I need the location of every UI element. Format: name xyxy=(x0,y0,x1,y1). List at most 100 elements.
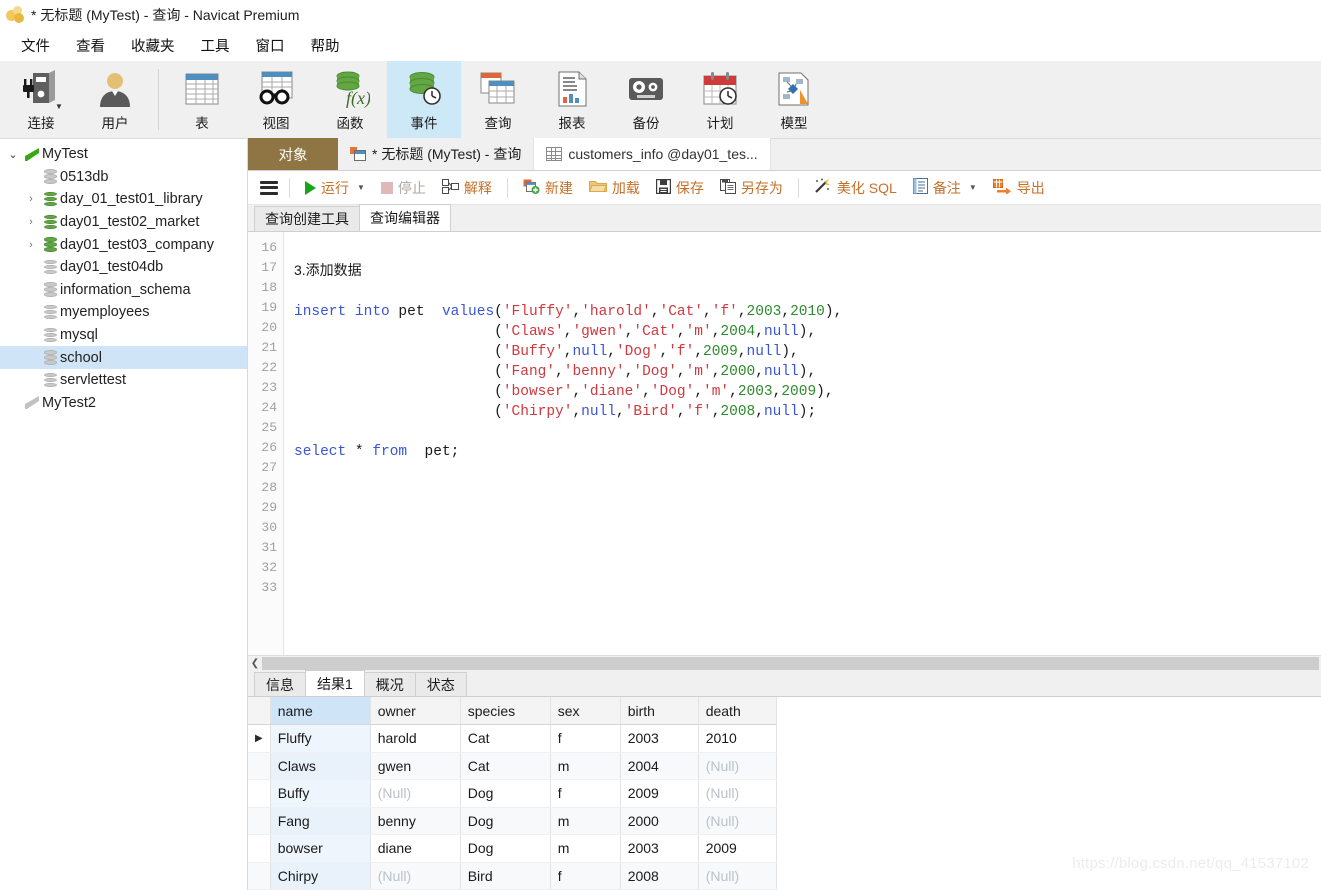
export-button[interactable]: 导出 xyxy=(985,175,1053,201)
chevron-right-icon[interactable]: › xyxy=(22,239,40,251)
cell-sex[interactable]: f xyxy=(550,724,621,753)
cell-owner[interactable]: (Null) xyxy=(370,862,461,890)
ribbon-button-connection[interactable]: ▼ 连接 xyxy=(4,61,78,138)
cell-death[interactable]: 2010 xyxy=(698,724,777,753)
menu-view[interactable]: 查看 xyxy=(63,32,118,59)
load-button[interactable]: 加载 xyxy=(581,175,648,201)
menu-help[interactable]: 帮助 xyxy=(298,32,353,59)
cell-name[interactable]: Fang xyxy=(270,807,371,835)
save-button[interactable]: 保存 xyxy=(648,175,712,201)
cell-birth[interactable]: 2009 xyxy=(620,779,699,808)
cell-species[interactable]: Dog xyxy=(460,779,551,808)
cell-owner[interactable]: benny xyxy=(370,807,461,835)
tree-node-mytest[interactable]: ⌄ MyTest xyxy=(0,143,247,166)
cell-owner[interactable]: (Null) xyxy=(370,779,461,808)
tree-node-myemployees[interactable]: myemployees xyxy=(0,301,247,324)
tree-node-day-01-test01-library[interactable]: › day_01_test01_library xyxy=(0,188,247,211)
tab-profile[interactable]: 概况 xyxy=(363,672,416,696)
connection-tree-sidebar[interactable]: ⌄ MyTest 0513db › day_01_test01_library … xyxy=(0,139,248,890)
tree-node-day01-test03-company[interactable]: › day01_test03_company xyxy=(0,233,247,256)
cell-death[interactable]: 2009 xyxy=(698,834,777,863)
tree-node-servlettest[interactable]: servlettest xyxy=(0,369,247,392)
cell-name[interactable]: Claws xyxy=(270,752,371,780)
tab-result1[interactable]: 结果1 xyxy=(305,670,365,696)
tree-node-mytest2[interactable]: MyTest2 xyxy=(0,392,247,415)
ribbon-button-table[interactable]: 表 xyxy=(165,61,239,138)
column-header-name[interactable]: name xyxy=(270,697,371,725)
menu-file[interactable]: 文件 xyxy=(8,32,63,59)
chevron-down-icon[interactable]: ▼ xyxy=(55,102,63,111)
ribbon-button-user[interactable]: 用户 xyxy=(78,61,152,138)
chevron-down-icon[interactable]: ⌄ xyxy=(4,148,22,161)
ribbon-button-schedule[interactable]: 计划 xyxy=(683,61,757,138)
cell-birth[interactable]: 2004 xyxy=(620,752,699,780)
table-row[interactable]: bowser diane Dog m 2003 2009 xyxy=(248,834,777,863)
scrollbar-thumb[interactable] xyxy=(262,657,1319,670)
ribbon-button-event[interactable]: 事件 xyxy=(387,61,461,138)
result-grid[interactable]: name owner species sex birth death ▶ Flu… xyxy=(248,697,1321,890)
column-header-sex[interactable]: sex xyxy=(550,697,621,725)
cell-sex[interactable]: m xyxy=(550,807,621,835)
tab-query-editor[interactable]: 查询编辑器 xyxy=(359,204,451,231)
beautify-sql-button[interactable]: 美化 SQL xyxy=(806,175,905,201)
menu-window[interactable]: 窗口 xyxy=(243,32,298,59)
cell-sex[interactable]: m xyxy=(550,834,621,863)
scroll-left-arrow-icon[interactable]: ❮ xyxy=(248,658,262,669)
cell-birth[interactable]: 2003 xyxy=(620,834,699,863)
chevron-right-icon[interactable]: › xyxy=(22,193,40,205)
column-header-species[interactable]: species xyxy=(460,697,551,725)
new-query-button[interactable]: 新建 xyxy=(515,175,581,201)
menu-favorites[interactable]: 收藏夹 xyxy=(118,32,188,59)
tree-node-mysql[interactable]: mysql xyxy=(0,324,247,347)
cell-owner[interactable]: diane xyxy=(370,834,461,863)
cell-species[interactable]: Cat xyxy=(460,752,551,780)
explain-button[interactable]: 解释 xyxy=(434,175,500,201)
tree-node-day01-test04db[interactable]: day01_test04db xyxy=(0,256,247,279)
cell-death[interactable]: (Null) xyxy=(698,807,777,835)
tree-node-0513db[interactable]: 0513db xyxy=(0,166,247,189)
run-button[interactable]: 运行 ▼ xyxy=(297,175,373,201)
ribbon-button-model[interactable]: 模型 xyxy=(757,61,831,138)
cell-death[interactable]: (Null) xyxy=(698,752,777,780)
cell-sex[interactable]: m xyxy=(550,752,621,780)
menu-tools[interactable]: 工具 xyxy=(188,32,243,59)
save-as-button[interactable]: 另存为 xyxy=(712,175,791,201)
cell-birth[interactable]: 2003 xyxy=(620,724,699,753)
table-row[interactable]: Buffy (Null) Dog f 2009 (Null) xyxy=(248,779,777,808)
cell-name[interactable]: Chirpy xyxy=(270,862,371,890)
cell-species[interactable]: Cat xyxy=(460,724,551,753)
tree-node-day01-test02-market[interactable]: › day01_test02_market xyxy=(0,211,247,234)
column-header-death[interactable]: death xyxy=(698,697,777,725)
cell-death[interactable]: (Null) xyxy=(698,862,777,890)
cell-owner[interactable]: gwen xyxy=(370,752,461,780)
cell-species[interactable]: Dog xyxy=(460,834,551,863)
ribbon-button-function[interactable]: f(x) 函数 xyxy=(313,61,387,138)
cell-birth[interactable]: 2008 xyxy=(620,862,699,890)
tab-info[interactable]: 信息 xyxy=(254,672,306,696)
toolbar-menu-button[interactable] xyxy=(256,178,282,198)
cell-name[interactable]: Fluffy xyxy=(270,724,371,753)
table-row[interactable]: ▶ Fluffy harold Cat f 2003 2010 xyxy=(248,724,777,753)
cell-sex[interactable]: f xyxy=(550,779,621,808)
cell-species[interactable]: Bird xyxy=(460,862,551,890)
column-header-owner[interactable]: owner xyxy=(370,697,461,725)
cell-owner[interactable]: harold xyxy=(370,724,461,753)
sql-code[interactable]: 3.添加数据 insert into pet values('Fluffy','… xyxy=(284,232,1321,655)
column-header-birth[interactable]: birth xyxy=(620,697,699,725)
chevron-down-icon[interactable]: ▼ xyxy=(969,183,977,192)
table-row[interactable]: Chirpy (Null) Bird f 2008 (Null) xyxy=(248,862,777,890)
tab-status[interactable]: 状态 xyxy=(414,672,467,696)
cell-death[interactable]: (Null) xyxy=(698,779,777,808)
ribbon-button-view[interactable]: 视图 xyxy=(239,61,313,138)
ribbon-button-query[interactable]: 查询 xyxy=(461,61,535,138)
sql-editor[interactable]: 16 17 18 19 20 21 22 23 24 25 26 27 28 2… xyxy=(248,232,1321,655)
ribbon-button-report[interactable]: 报表 xyxy=(535,61,609,138)
cell-sex[interactable]: f xyxy=(550,862,621,890)
cell-name[interactable]: Buffy xyxy=(270,779,371,808)
table-row[interactable]: Fang benny Dog m 2000 (Null) xyxy=(248,807,777,835)
object-pane-button[interactable]: 对象 xyxy=(248,138,338,170)
cell-species[interactable]: Dog xyxy=(460,807,551,835)
chevron-down-icon[interactable]: ▼ xyxy=(357,183,365,192)
tree-node-school[interactable]: school xyxy=(0,346,247,369)
cell-birth[interactable]: 2000 xyxy=(620,807,699,835)
